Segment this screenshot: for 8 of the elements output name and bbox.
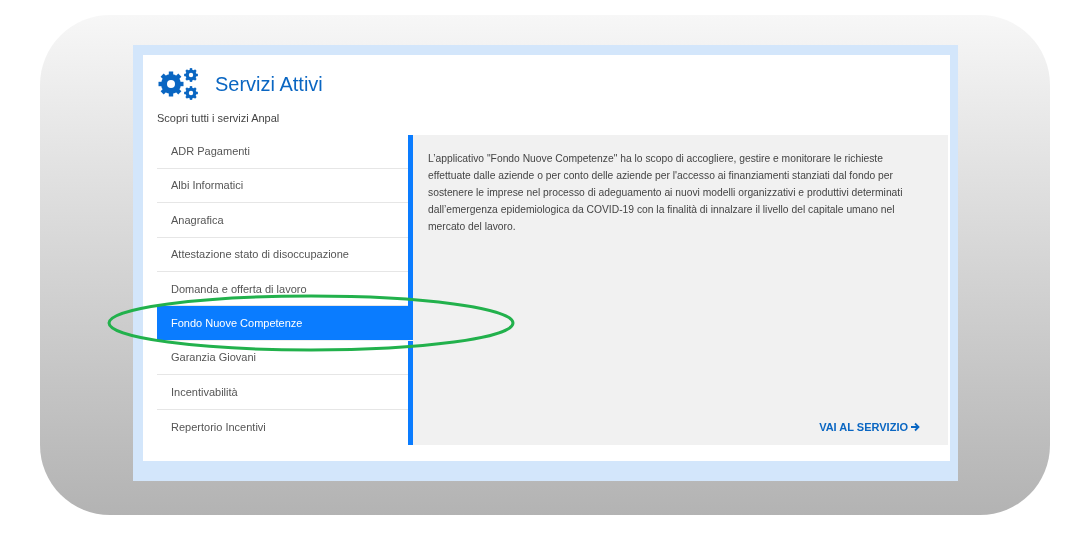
- service-link[interactable]: VAI AL SERVIZIO: [819, 419, 920, 436]
- service-item[interactable]: Repertorio Incentivi: [157, 409, 408, 444]
- service-item[interactable]: Fondo Nuove Competenze: [157, 306, 413, 341]
- service-description: L’applicativo "Fondo Nuove Competenze" ha lo scopo di accogliere, gestire e monitorare le richieste effettuate dalle aziende o per conto delle aziende per l'accesso ai finanziamenti stanziati dal fondo per sostenere le imprese nel processo di adeguamento ai nuovi modelli organizzativi e produttivi determinati dall’emergenza epidemiologica da COVID-19 con la finalità di innalzare il livello del capitale umano nel mercato del lavoro.: [428, 151, 904, 234]
- gears-icon: [157, 67, 201, 101]
- page-subtitle: Scopri tutti i servizi Anpal: [157, 111, 281, 126]
- arrow-icon: [910, 422, 920, 433]
- page-title: Servizi Attivi: [215, 72, 323, 97]
